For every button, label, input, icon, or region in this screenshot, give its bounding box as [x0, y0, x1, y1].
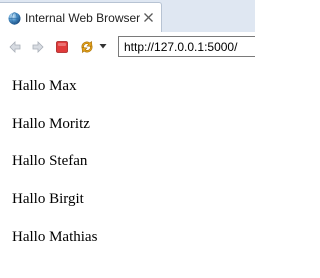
greeting-line: Hallo Mathias — [12, 229, 98, 245]
greeting-line: Hallo Moritz — [12, 116, 90, 132]
dropdown-triangle-icon[interactable] — [98, 41, 108, 51]
stop-icon[interactable] — [54, 39, 70, 55]
forward-arrow-icon[interactable] — [30, 39, 46, 55]
refresh-icon[interactable] — [79, 39, 95, 55]
greeting-line: Hallo Birgit — [12, 191, 84, 207]
url-field[interactable]: http://127.0.0.1:5000/ — [118, 36, 255, 57]
globe-icon — [8, 12, 21, 25]
tab-title: Internal Web Browser — [25, 11, 141, 25]
url-text: http://127.0.0.1:5000/ — [124, 40, 238, 54]
close-icon[interactable] — [143, 12, 154, 23]
browser-tab[interactable]: Internal Web Browser — [0, 2, 162, 32]
page-content: Hallo Max Hallo Moritz Hallo Stefan Hall… — [0, 62, 255, 278]
greeting-line: Hallo Stefan — [12, 153, 88, 169]
back-arrow-icon[interactable] — [7, 39, 23, 55]
browser-window: Internal Web Browser http://127.0.0.1:50… — [0, 0, 255, 278]
greeting-line: Hallo Max — [12, 78, 77, 94]
tab-strip: Internal Web Browser — [0, 0, 255, 32]
